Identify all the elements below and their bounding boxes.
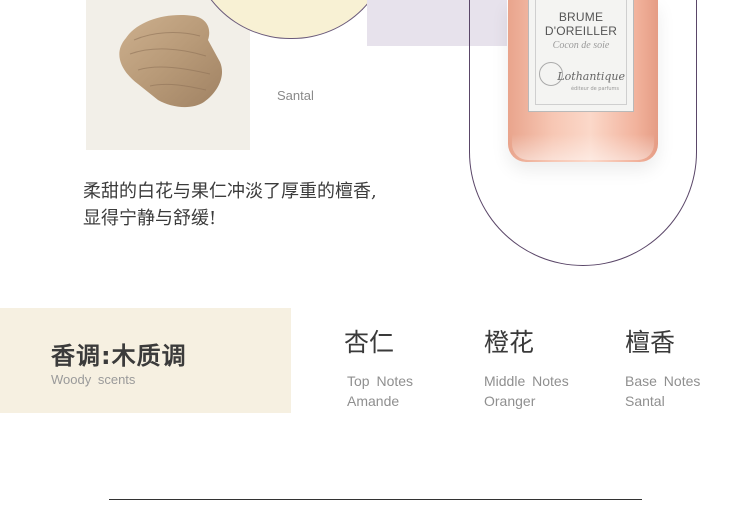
note-middle-label: Middle Notes (484, 373, 569, 389)
scent-family-heading-en: Woody scents (51, 372, 136, 387)
label-title-line1: BRUME (558, 10, 604, 24)
note-base-name: Santal (625, 393, 665, 409)
note-base-label: Base Notes (625, 373, 701, 389)
description-line-2: 显得宁静与舒缓! (83, 208, 217, 229)
brand-tagline: éditeur de parfums (570, 86, 619, 92)
note-top-cn: 杏仁 (344, 328, 395, 357)
note-top-label: Top Notes (347, 373, 414, 389)
bottle-label: BRUME D'OREILLER Cocon de soie Lothantiq… (528, 0, 634, 112)
brand-logo-text: Lothantique (557, 70, 625, 83)
note-top-name: Amande (347, 393, 400, 409)
note-middle-name: Oranger (484, 393, 536, 409)
label-title-line2: D'OREILLER (544, 24, 618, 38)
bottom-divider (109, 499, 642, 500)
sandalwood-piece-image (119, 14, 223, 108)
note-middle: 橙花 Middle Notes Oranger (484, 323, 569, 411)
bottle-base-highlight (512, 134, 654, 160)
scent-description: 柔甜的白花与果仁冲淡了厚重的檀香, 显得宁静与舒缓! (83, 178, 377, 232)
note-top: 杏仁 Top Notes Amande (344, 323, 413, 411)
santal-caption: Santal (277, 88, 314, 103)
note-base-cn: 檀香 (625, 328, 676, 357)
description-line-1: 柔甜的白花与果仁冲淡了厚重的檀香, (83, 181, 377, 202)
note-base: 檀香 Base Notes Santal (625, 323, 700, 411)
label-subtitle: Cocon de soie (552, 40, 610, 51)
note-middle-cn: 橙花 (484, 328, 535, 357)
scent-family-heading: 香调:木质调 (51, 342, 187, 370)
